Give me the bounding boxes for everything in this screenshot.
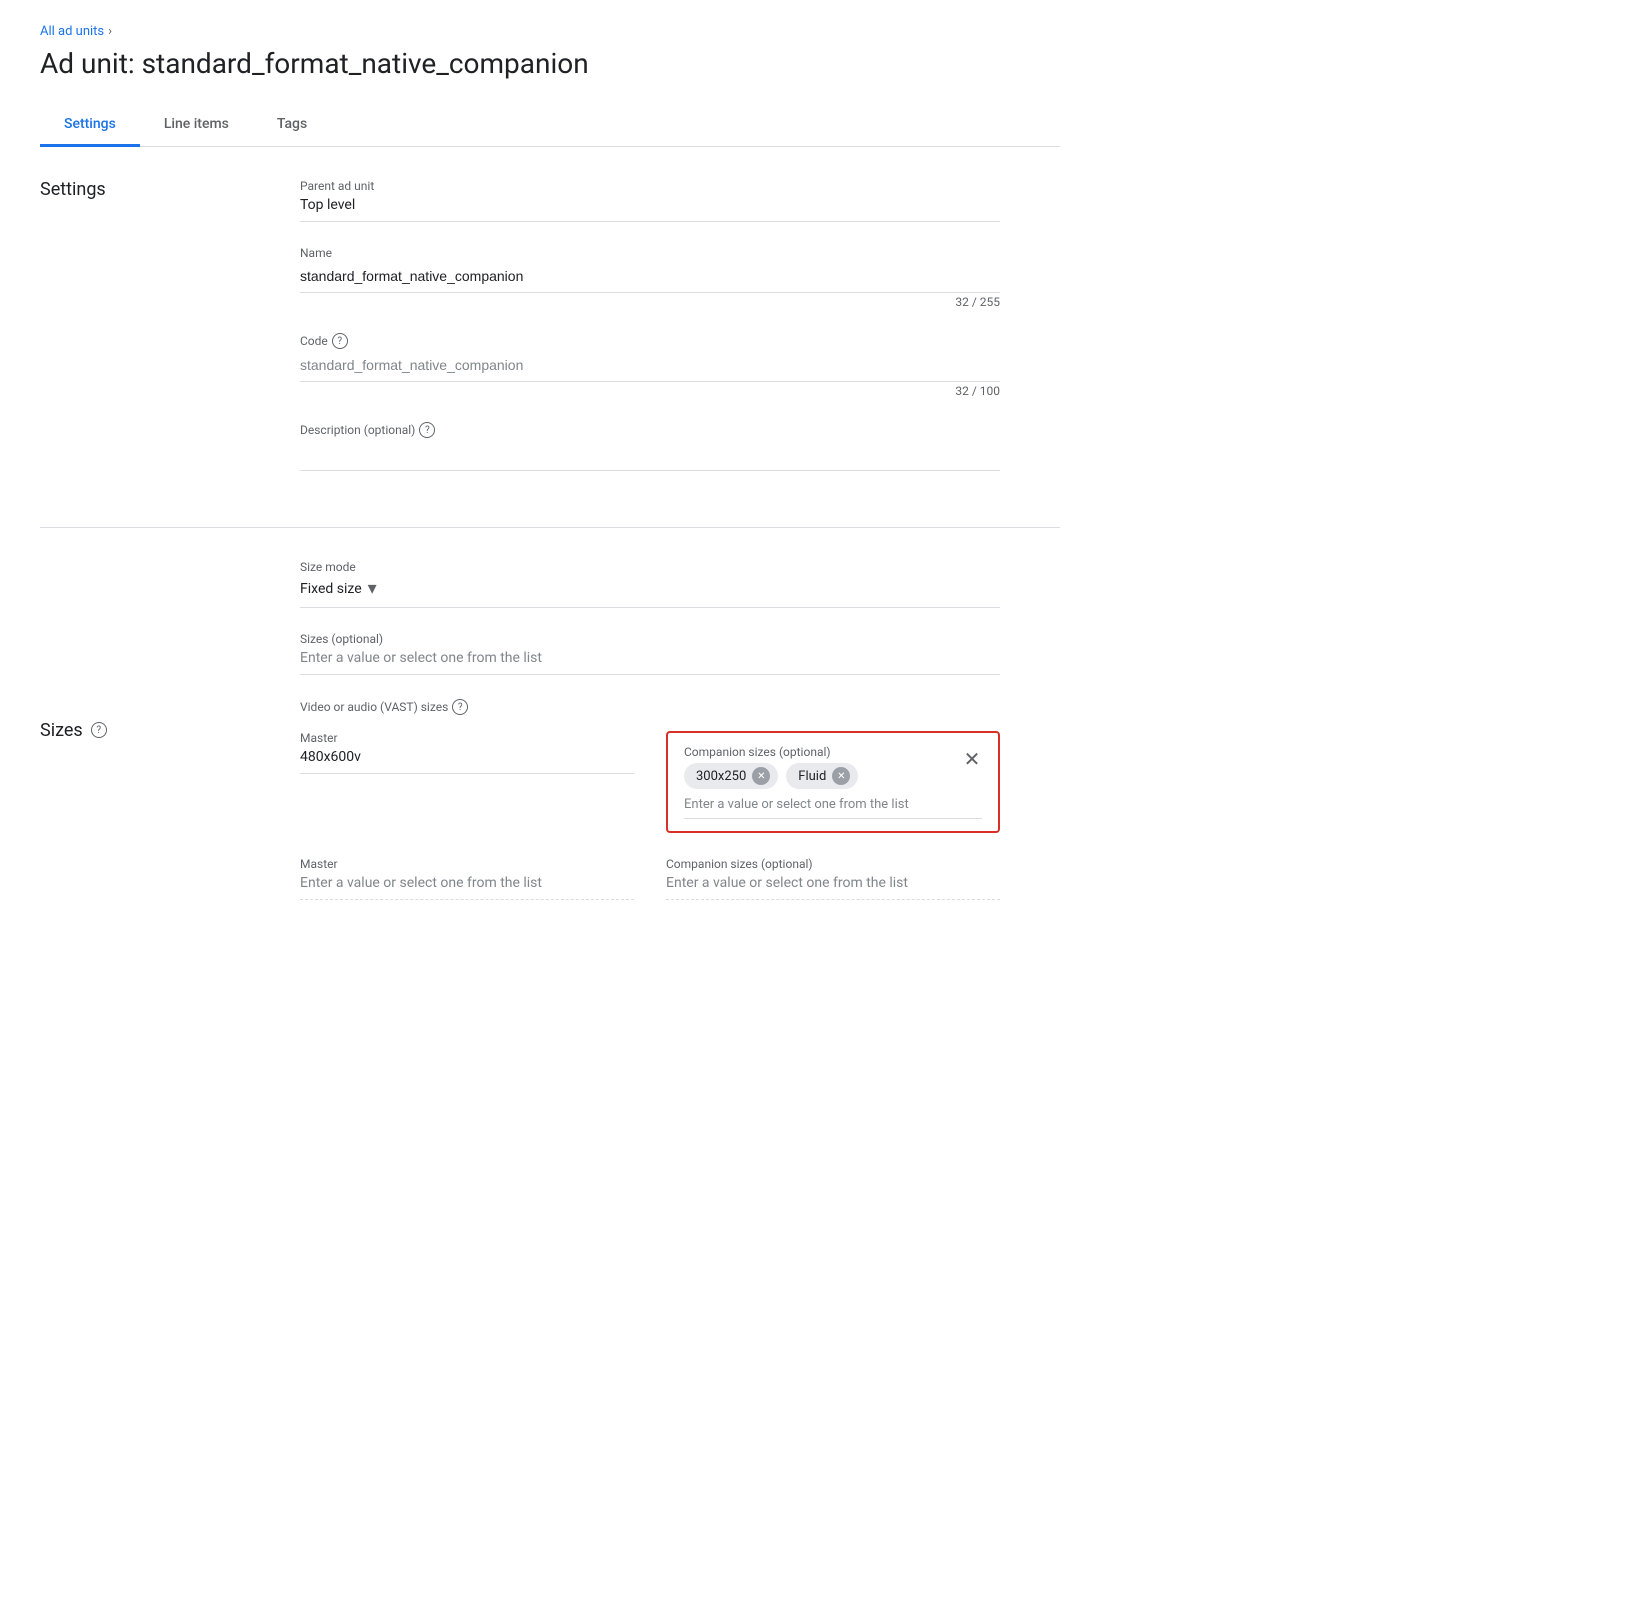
description-help-icon[interactable]: ? bbox=[419, 422, 435, 438]
master-label-1: Master bbox=[300, 731, 634, 745]
breadcrumb-chevron: › bbox=[108, 24, 112, 39]
master-field-1: Master 480x600v bbox=[300, 731, 634, 833]
master-input-2[interactable]: Enter a value or select one from the lis… bbox=[300, 875, 634, 900]
name-group: Name 32 / 255 bbox=[300, 246, 1000, 309]
tab-line-items[interactable]: Line items bbox=[140, 104, 253, 147]
description-input[interactable] bbox=[300, 442, 1000, 471]
companion-tag-fluid-remove[interactable]: ✕ bbox=[832, 767, 850, 785]
companion-tags: 300x250 ✕ Fluid ✕ bbox=[684, 763, 982, 789]
sizes-optional-group: Sizes (optional) Enter a value or select… bbox=[300, 632, 1000, 675]
companion-field-2: Companion sizes (optional) Enter a value… bbox=[666, 857, 1000, 900]
description-label: Description (optional) ? bbox=[300, 422, 1000, 438]
breadcrumb-link[interactable]: All ad units bbox=[40, 24, 104, 39]
breadcrumb: All ad units › bbox=[40, 24, 1060, 39]
sizes-section: Sizes ? Size mode Fixed size ▾ Sizes (op… bbox=[40, 528, 1060, 932]
size-mode-label: Size mode bbox=[300, 560, 1000, 574]
size-mode-dropdown-icon[interactable]: ▾ bbox=[368, 578, 377, 599]
code-label: Code ? bbox=[300, 333, 1000, 349]
page-title: Ad unit: standard_format_native_companio… bbox=[40, 47, 1060, 80]
size-mode-group: Size mode Fixed size ▾ bbox=[300, 560, 1000, 608]
master-label-2: Master bbox=[300, 857, 634, 871]
name-label: Name bbox=[300, 246, 1000, 260]
name-input[interactable] bbox=[300, 264, 1000, 293]
master-value-1: 480x600v bbox=[300, 749, 634, 774]
parent-ad-unit-label: Parent ad unit bbox=[300, 179, 1000, 193]
sizes-section-label: Sizes ? bbox=[40, 560, 220, 900]
sizes-section-content: Size mode Fixed size ▾ Sizes (optional) … bbox=[300, 560, 1000, 900]
companion-label-2: Companion sizes (optional) bbox=[666, 857, 1000, 871]
tab-settings[interactable]: Settings bbox=[40, 104, 140, 147]
companion-input-1[interactable]: Enter a value or select one from the lis… bbox=[684, 797, 982, 819]
companion-tag-fluid: Fluid ✕ bbox=[786, 763, 858, 789]
vast-label: Video or audio (VAST) sizes ? bbox=[300, 699, 1000, 715]
sizes-optional-label: Sizes (optional) bbox=[300, 632, 1000, 646]
companion-input-2[interactable]: Enter a value or select one from the lis… bbox=[666, 875, 1000, 900]
settings-section: Settings Parent ad unit Top level Name 3… bbox=[40, 147, 1060, 528]
size-mode-row: Fixed size ▾ bbox=[300, 578, 1000, 608]
sizes-input[interactable]: Enter a value or select one from the lis… bbox=[300, 650, 1000, 675]
companion-close-button[interactable]: ✕ bbox=[958, 745, 986, 773]
companion-tag-300x250-remove[interactable]: ✕ bbox=[752, 767, 770, 785]
master-companion-row-1: Master 480x600v Companion sizes (optiona… bbox=[300, 731, 1000, 833]
companion-highlighted-box: Companion sizes (optional) 300x250 ✕ bbox=[666, 731, 1000, 833]
companion-tag-300x250: 300x250 ✕ bbox=[684, 763, 778, 789]
size-mode-value: Fixed size bbox=[300, 581, 362, 597]
vast-section: Video or audio (VAST) sizes ? Master 480… bbox=[300, 699, 1000, 900]
sizes-help-icon[interactable]: ? bbox=[91, 722, 107, 738]
tabs-row: Settings Line items Tags bbox=[40, 104, 1060, 147]
code-counter: 32 / 100 bbox=[300, 384, 1000, 398]
settings-section-content: Parent ad unit Top level Name 32 / 255 C… bbox=[300, 179, 1000, 495]
description-group: Description (optional) ? bbox=[300, 422, 1000, 471]
settings-section-label: Settings bbox=[40, 179, 220, 495]
master-field-2: Master Enter a value or select one from … bbox=[300, 857, 634, 900]
code-group: Code ? 32 / 100 bbox=[300, 333, 1000, 398]
companion-label-1: Companion sizes (optional) bbox=[684, 745, 982, 759]
tab-tags[interactable]: Tags bbox=[253, 104, 331, 147]
code-help-icon[interactable]: ? bbox=[332, 333, 348, 349]
name-counter: 32 / 255 bbox=[300, 295, 1000, 309]
vast-help-icon[interactable]: ? bbox=[452, 699, 468, 715]
parent-ad-unit-value: Top level bbox=[300, 197, 1000, 222]
parent-ad-unit-group: Parent ad unit Top level bbox=[300, 179, 1000, 222]
code-input[interactable] bbox=[300, 353, 1000, 382]
master-companion-row-2: Master Enter a value or select one from … bbox=[300, 857, 1000, 900]
